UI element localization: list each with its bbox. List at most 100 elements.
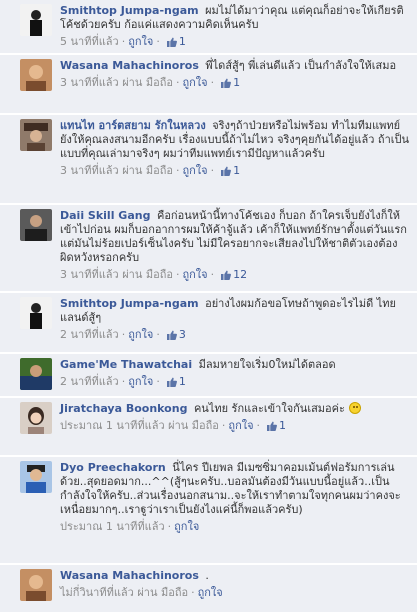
comment-feed: Smithtop Jumpa-ngam ผมไม่ได้มาว่าคุณ แต่… (0, 0, 417, 613)
comment-author[interactable]: Wasana Mahachinoros (60, 59, 199, 72)
comment-author[interactable]: Smithtop Jumpa-ngam (60, 4, 199, 17)
comment-body: Wasana Mahachinoros พี่ไดส์สู้ๆ พี่เล่นด… (60, 59, 410, 92)
comment-via: ผ่าน มือถือ (122, 268, 173, 281)
avatar[interactable] (20, 569, 52, 601)
comment-meta: ประมาณ 1 นาทีที่แล้ว ผ่าน มือถือ · ถูกใจ · 1 (60, 419, 410, 435)
like-count[interactable]: 1 (179, 375, 186, 388)
like-link[interactable]: ถูกใจ (198, 586, 223, 599)
comment-meta: 3 นาทีที่แล้ว ผ่าน มือถือ · ถูกใจ · 1 (60, 76, 410, 92)
comment-body: Smithtop Jumpa-ngam ผมไม่ได้มาว่าคุณ แต่… (60, 4, 410, 51)
avatar[interactable] (20, 119, 52, 151)
comment-body: Dyo Preechakorn นี่ไคร ปีเยพล มีเมซซิ่มา… (60, 461, 410, 534)
comment-body: Smithtop Jumpa-ngam อย่างไงผมก้อขอโทษถ้า… (60, 297, 410, 344)
like-count[interactable]: 1 (279, 419, 286, 432)
comment-author[interactable]: Jiratchaya Boonkong (60, 402, 187, 415)
thumbs-up-icon (166, 330, 177, 344)
comment-body: Daii Skill Gang คือก่อนหน้านี้ทางโค้ชเอง… (60, 209, 410, 284)
like-link[interactable]: ถูกใจ (182, 164, 207, 177)
comment-text: คนไทย รักและเข้าใจกันเสมอค่ะ (193, 402, 345, 415)
thumbs-up-icon (221, 270, 232, 284)
comment-via: ผ่าน มือถือ (137, 586, 189, 599)
comment-meta: 3 นาทีที่แล้ว ผ่าน มือถือ · ถูกใจ · 12 (60, 268, 410, 284)
like-link[interactable]: ถูกใจ (182, 268, 207, 281)
avatar[interactable] (20, 209, 52, 241)
separator: · (210, 76, 215, 89)
comment-text: พี่ไดส์สู้ๆ พี่เล่นดีแล้ว เป็นกำลังใจให้… (205, 59, 397, 72)
thumbs-up-icon (221, 78, 232, 92)
comment-author[interactable]: Daii Skill Gang (60, 209, 150, 222)
separator: · (191, 586, 195, 599)
like-count[interactable]: 1 (179, 35, 186, 48)
like-link[interactable]: ถูกใจ (174, 520, 199, 533)
comment-author[interactable]: Wasana Mahachinoros (60, 569, 199, 582)
comment-body: แทนไท อาร์ตสยาม รักในหลวง จริงๆถ้าป่วยหร… (60, 119, 410, 180)
like-count[interactable]: 3 (179, 328, 186, 341)
like-link[interactable]: ถูกใจ (128, 375, 153, 388)
comment-body: Game'Me Thawatchai มีลมหายใจเริ่ม0ใหม่ได… (60, 358, 410, 391)
comment-meta: 3 นาทีที่แล้ว ผ่าน มือถือ · ถูกใจ · 1 (60, 164, 410, 180)
thumbs-up-icon (221, 166, 232, 180)
separator: · (175, 164, 180, 177)
separator: · (121, 375, 126, 388)
separator: · (210, 164, 215, 177)
comment-meta: 2 นาทีที่แล้ว · ถูกใจ · 1 (60, 375, 410, 391)
avatar[interactable] (20, 297, 52, 329)
comment-item: Wasana Mahachinoros พี่ไดส์สู้ๆ พี่เล่นด… (0, 55, 417, 114)
comment-item: Dyo Preechakorn นี่ไคร ปีเยพล มีเมซซิ่มา… (0, 457, 417, 564)
comment-time[interactable]: 3 นาทีที่แล้ว (60, 76, 119, 89)
separator: · (156, 375, 160, 388)
avatar[interactable] (20, 402, 52, 434)
comment-author[interactable]: Smithtop Jumpa-ngam (60, 297, 199, 310)
like-link[interactable]: ถูกใจ (228, 419, 253, 432)
avatar[interactable] (20, 4, 52, 36)
comment-text: มีลมหายใจเริ่ม0ใหม่ได้ตลอด (198, 358, 336, 371)
like-link[interactable]: ถูกใจ (128, 35, 153, 48)
like-link[interactable]: ถูกใจ (128, 328, 153, 341)
avatar[interactable] (20, 461, 52, 493)
comment-time[interactable]: 2 นาทีที่แล้ว (60, 375, 119, 388)
comment-meta: ประมาณ 1 นาทีที่แล้ว · ถูกใจ (60, 520, 410, 534)
comment-body: Jiratchaya Boonkong คนไทย รักและเข้าใจกั… (60, 402, 410, 435)
comment-meta: ไม่กี่วินาทีที่แล้ว ผ่าน มือถือ · ถูกใจ (60, 586, 410, 600)
smiley-emoji-icon (349, 402, 362, 414)
comment-via: ผ่าน มือถือ (168, 419, 219, 432)
comment-author[interactable]: แทนไท อาร์ตสยาม รักในหลวง (60, 119, 206, 132)
separator: · (121, 35, 126, 48)
separator: · (256, 419, 261, 432)
comment-time[interactable]: 2 นาทีที่แล้ว (60, 328, 119, 341)
separator: · (210, 268, 215, 281)
separator: · (175, 268, 180, 281)
comment-item: Game'Me Thawatchai มีลมหายใจเริ่ม0ใหม่ได… (0, 354, 417, 397)
avatar[interactable] (20, 358, 52, 390)
comment-author[interactable]: Dyo Preechakorn (60, 461, 166, 474)
like-count[interactable]: 12 (233, 268, 247, 281)
comment-time[interactable]: ไม่กี่วินาทีที่แล้ว (60, 586, 134, 599)
separator: · (121, 328, 126, 341)
comment-time[interactable]: 3 นาทีที่แล้ว (60, 268, 119, 281)
comment-item: Jiratchaya Boonkong คนไทย รักและเข้าใจกั… (0, 398, 417, 456)
comment-item: Smithtop Jumpa-ngam ผมไม่ได้มาว่าคุณ แต่… (0, 0, 417, 54)
comment-via: ผ่าน มือถือ (122, 164, 173, 177)
comment-author[interactable]: Game'Me Thawatchai (60, 358, 192, 371)
comment-time[interactable]: 3 นาทีที่แล้ว (60, 164, 119, 177)
separator: · (175, 76, 180, 89)
avatar[interactable] (20, 59, 52, 91)
comment-body: Wasana Mahachinoros . ไม่กี่วินาทีที่แล้… (60, 569, 410, 600)
comment-text: . (205, 569, 209, 582)
like-link[interactable]: ถูกใจ (182, 76, 207, 89)
like-count[interactable]: 1 (233, 164, 240, 177)
comment-meta: 2 นาทีที่แล้ว · ถูกใจ · 3 (60, 328, 410, 344)
separator: · (156, 328, 160, 341)
comment-time[interactable]: ประมาณ 1 นาทีที่แล้ว (60, 419, 165, 432)
comment-item: Daii Skill Gang คือก่อนหน้านี้ทางโค้ชเอง… (0, 205, 417, 292)
comment-item: Smithtop Jumpa-ngam อย่างไงผมก้อขอโทษถ้า… (0, 293, 417, 353)
thumbs-up-icon (166, 37, 177, 51)
comment-time[interactable]: 5 นาทีที่แล้ว (60, 35, 119, 48)
like-count[interactable]: 1 (233, 76, 240, 89)
comment-time[interactable]: ประมาณ 1 นาทีที่แล้ว (60, 520, 165, 533)
separator: · (156, 35, 160, 48)
thumbs-up-icon (166, 377, 177, 391)
separator: · (167, 520, 172, 533)
separator: · (221, 419, 226, 432)
comment-meta: 5 นาทีที่แล้ว · ถูกใจ · 1 (60, 35, 410, 51)
